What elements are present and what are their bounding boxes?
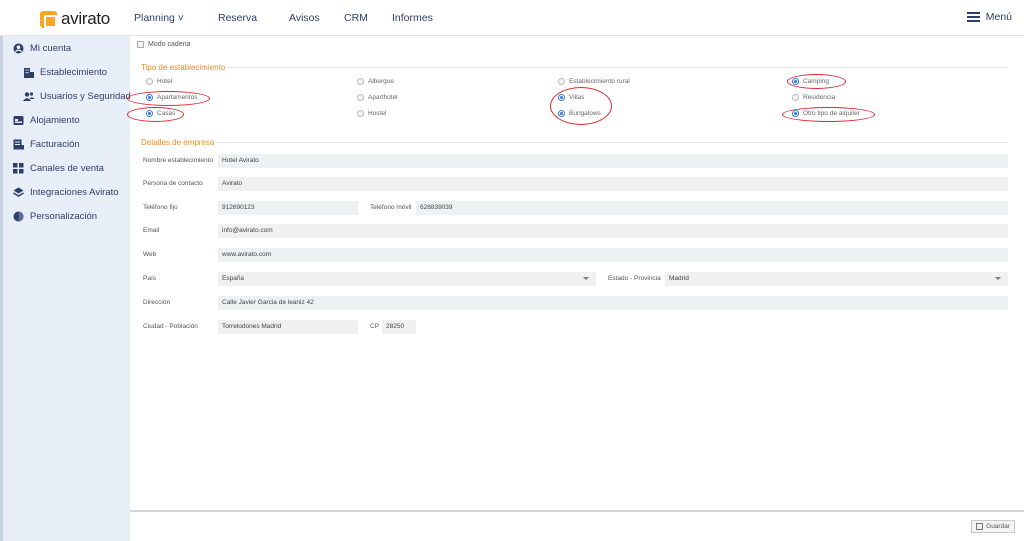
- radio-label: Residencia: [803, 94, 836, 101]
- sidebar-item-integraciones[interactable]: Integraciones Avirato: [13, 187, 119, 198]
- cp-label: CP: [370, 323, 380, 330]
- menu-button[interactable]: Menú: [966, 11, 1012, 23]
- persona-field[interactable]: Avirato: [218, 177, 1008, 191]
- modo-cadena-checkbox[interactable]: Modo cadena: [137, 41, 190, 48]
- nav-reserva[interactable]: Reserva: [218, 12, 257, 24]
- tel-fijo-field[interactable]: 912690123: [218, 201, 358, 215]
- persona-label: Persona de contacto: [143, 180, 203, 187]
- sidebar-item-personalizacion[interactable]: Personalización: [13, 211, 97, 222]
- sidebar-item-label: Personalización: [30, 211, 98, 222]
- highlight-ellipse-otro-tipo: [782, 107, 875, 122]
- radio-label: Albergue: [368, 78, 395, 85]
- nav-avisos[interactable]: Avisos: [289, 12, 320, 24]
- hamburger-icon: [966, 12, 980, 22]
- radio-circle[interactable]: [146, 78, 153, 85]
- sidebar-item-establecimiento[interactable]: Establecimiento: [23, 67, 107, 78]
- email-field[interactable]: info@avirato.com: [218, 224, 1008, 238]
- tel-fijo-label: Teléfono fijo: [143, 204, 178, 211]
- section-divider: [216, 142, 1008, 143]
- logo-text: avirato: [61, 9, 110, 28]
- highlight-ellipse-camping: [787, 74, 846, 89]
- radio-label: Hostel: [368, 110, 387, 117]
- radio-establecimiento-rural[interactable]: Establecimiento rural: [558, 78, 630, 85]
- nav-informes[interactable]: Informes: [392, 12, 433, 24]
- nav-planning[interactable]: Planning ˅: [134, 12, 184, 24]
- logo-icon: [40, 10, 57, 28]
- pais-label: País: [143, 275, 157, 282]
- section-divider: [228, 67, 1008, 68]
- sidebar-item-mi-cuenta[interactable]: Mi cuenta: [13, 43, 71, 54]
- tel-movil-label: Teléfono móvil: [370, 204, 412, 211]
- highlight-ellipse-apartamentos: [127, 91, 210, 106]
- radio-circle[interactable]: [792, 94, 799, 101]
- radio-albergue[interactable]: Albergue: [357, 78, 394, 85]
- sidebar-item-label: Canales de venta: [30, 163, 104, 174]
- detalles-section-title: Detalles de empresa: [141, 138, 215, 147]
- radio-aparthotel[interactable]: Aparthotel: [357, 94, 398, 101]
- palette-icon: [13, 211, 24, 222]
- sidebar-item-facturacion[interactable]: Facturación: [13, 139, 80, 150]
- estado-select[interactable]: Madrid: [665, 272, 1008, 286]
- radio-circle[interactable]: [357, 94, 364, 101]
- nombre-field[interactable]: Hotel Avirato: [218, 154, 1008, 168]
- pais-value: España: [222, 275, 245, 282]
- footer-bar: Guardar: [130, 510, 1024, 541]
- logo[interactable]: avirato: [40, 9, 110, 29]
- sidebar-item-label: Mi cuenta: [30, 43, 72, 54]
- layers-icon: [13, 187, 24, 198]
- pais-select[interactable]: España: [218, 272, 596, 286]
- users-icon: [23, 91, 35, 102]
- direccion-field[interactable]: Calle Javier Garcia de leaniz 42: [218, 296, 1008, 310]
- radio-hostel[interactable]: Hostel: [357, 110, 386, 117]
- modo-cadena-label: Modo cadena: [148, 41, 191, 48]
- radio-label: Hotel: [157, 78, 173, 85]
- direccion-label: Dirección: [143, 299, 171, 306]
- main-content: Modo cadena Tipo de establecimiento Hote…: [127, 36, 1024, 541]
- tel-movil-field[interactable]: 628839039: [416, 201, 1008, 215]
- radio-residencia[interactable]: Residencia: [792, 94, 835, 101]
- highlight-ellipse-casas: [127, 107, 184, 122]
- web-field[interactable]: www.avirato.com: [218, 248, 1008, 262]
- sidebar: Mi cuenta Establecimiento Usuarios y Seg…: [0, 36, 131, 541]
- sidebar-item-label: Establecimiento: [40, 67, 108, 78]
- sidebar-item-label: Integraciones Avirato: [30, 187, 119, 198]
- building-icon: [23, 67, 34, 78]
- radio-label: Establecimiento rural: [569, 78, 630, 85]
- email-label: Email: [143, 227, 160, 234]
- radio-label: Aparthotel: [368, 94, 398, 101]
- radio-circle[interactable]: [357, 110, 364, 117]
- grid-icon: [13, 163, 24, 174]
- save-button[interactable]: Guardar: [971, 520, 1015, 533]
- top-bar: avirato Planning ˅ Reserva Avisos CRM In…: [0, 0, 1024, 36]
- sidebar-item-label: Alojamiento: [30, 115, 80, 126]
- radio-circle[interactable]: [558, 78, 565, 85]
- sidebar-item-canales[interactable]: Canales de venta: [13, 163, 104, 174]
- invoice-icon: [13, 139, 24, 150]
- tipo-section-title: Tipo de establecimiento: [141, 63, 226, 72]
- sidebar-item-label: Facturación: [30, 139, 80, 150]
- bed-icon: [13, 115, 24, 126]
- menu-label: Menú: [985, 11, 1012, 23]
- estado-value: Madrid: [669, 275, 689, 282]
- save-icon: [976, 523, 984, 530]
- sidebar-item-alojamiento[interactable]: Alojamiento: [13, 115, 80, 126]
- chevron-down-icon: [583, 277, 589, 280]
- user-circle-icon: [13, 43, 24, 54]
- estado-label: Estado - Provincia: [608, 275, 661, 282]
- checkbox-box[interactable]: [137, 41, 144, 48]
- highlight-ellipse-villas-bungalows: [550, 87, 612, 125]
- ciudad-label: Ciudad - Población: [143, 323, 198, 330]
- sidebar-item-label: Usuarios y Seguridad: [40, 91, 131, 102]
- save-label: Guardar: [986, 523, 1010, 530]
- radio-circle[interactable]: [357, 78, 364, 85]
- sidebar-item-usuarios[interactable]: Usuarios y Seguridad: [23, 91, 131, 102]
- nombre-label: Nombre establecimiento: [143, 157, 214, 164]
- nav-crm[interactable]: CRM: [344, 12, 368, 24]
- radio-hotel[interactable]: Hotel: [146, 78, 172, 85]
- ciudad-field[interactable]: Torrelodones Madrid: [218, 320, 358, 334]
- web-label: Web: [143, 251, 157, 258]
- chevron-down-icon: [995, 277, 1001, 280]
- cp-field[interactable]: 28250: [382, 320, 416, 334]
